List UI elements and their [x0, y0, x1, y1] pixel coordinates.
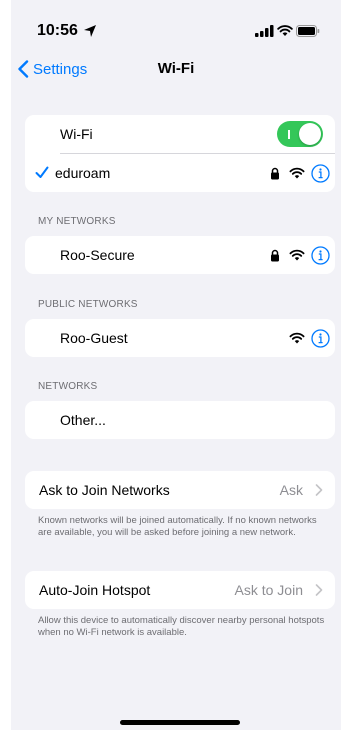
- page-title-text: Wi-Fi: [157, 60, 195, 77]
- ask-to-join-row[interactable]: Ask to Join Networks Ask: [25, 471, 335, 509]
- network-row-roo-secure[interactable]: Roo-Secure: [25, 236, 335, 274]
- public-networks-group: Roo-Guest: [25, 319, 335, 357]
- network-name: Roo-Guest: [60, 330, 128, 346]
- info-icon[interactable]: [311, 329, 330, 348]
- network-name: Roo-Secure: [60, 247, 135, 263]
- location-arrow-icon: [84, 25, 96, 37]
- auto-join-label: Auto-Join Hotspot: [39, 582, 151, 598]
- status-time: 10:56: [37, 22, 78, 39]
- chevron-right-icon: [315, 584, 323, 596]
- wifi-toggle-row: Wi-Fi: [25, 115, 335, 153]
- home-indicator[interactable]: [120, 720, 240, 725]
- network-name: eduroam: [55, 165, 111, 181]
- auto-join-row[interactable]: Auto-Join Hotspot Ask to Join: [25, 571, 335, 609]
- auto-join-group: Auto-Join Hotspot Ask to Join: [25, 571, 335, 609]
- page-title: Wi-Fi: [11, 60, 341, 77]
- toggle-knob: [299, 123, 321, 145]
- wifi-toggle-switch[interactable]: [277, 121, 323, 147]
- wifi-signal-icon: [289, 249, 305, 261]
- my-networks-group: Roo-Secure: [25, 236, 335, 274]
- ask-to-join-label: Ask to Join Networks: [39, 482, 170, 498]
- wifi-signal-icon: [289, 167, 305, 179]
- auto-join-footnote: Allow this device to automatically disco…: [38, 615, 325, 638]
- info-icon[interactable]: [311, 164, 330, 183]
- info-icon[interactable]: [311, 246, 330, 265]
- lock-icon: [271, 249, 279, 262]
- auto-join-value: Ask to Join: [234, 582, 303, 598]
- wifi-toggle-label: Wi-Fi: [60, 126, 93, 142]
- networks-header: NETWORKS: [38, 381, 98, 392]
- lock-icon: [271, 167, 279, 180]
- wifi-main-group: Wi-Fi eduroam: [25, 115, 335, 192]
- wifi-signal-icon: [289, 332, 305, 344]
- checkmark-icon: [35, 166, 49, 178]
- wifi-icon: [277, 25, 293, 36]
- toggle-on-mark: [288, 130, 290, 139]
- other-network-label: Other...: [60, 412, 106, 428]
- phone-screen: 10:56 Settings Wi-Fi Wi-Fi eduroam MY NE…: [11, 0, 341, 730]
- navigation-bar: Settings Wi-Fi: [11, 52, 341, 86]
- public-networks-header: PUBLIC NETWORKS: [38, 299, 138, 310]
- other-network-row[interactable]: Other...: [25, 401, 335, 439]
- chevron-right-icon: [315, 484, 323, 496]
- ask-to-join-group: Ask to Join Networks Ask: [25, 471, 335, 509]
- ask-to-join-footnote: Known networks will be joined automatica…: [38, 515, 317, 538]
- network-row-eduroam[interactable]: eduroam: [25, 154, 335, 192]
- status-bar: 10:56: [11, 0, 341, 58]
- network-row-roo-guest[interactable]: Roo-Guest: [25, 319, 335, 357]
- other-networks-group: Other...: [25, 401, 335, 439]
- signal-bars-icon: [255, 25, 274, 37]
- my-networks-header: MY NETWORKS: [38, 216, 116, 227]
- battery-icon: [296, 25, 320, 37]
- ask-to-join-value: Ask: [279, 482, 303, 498]
